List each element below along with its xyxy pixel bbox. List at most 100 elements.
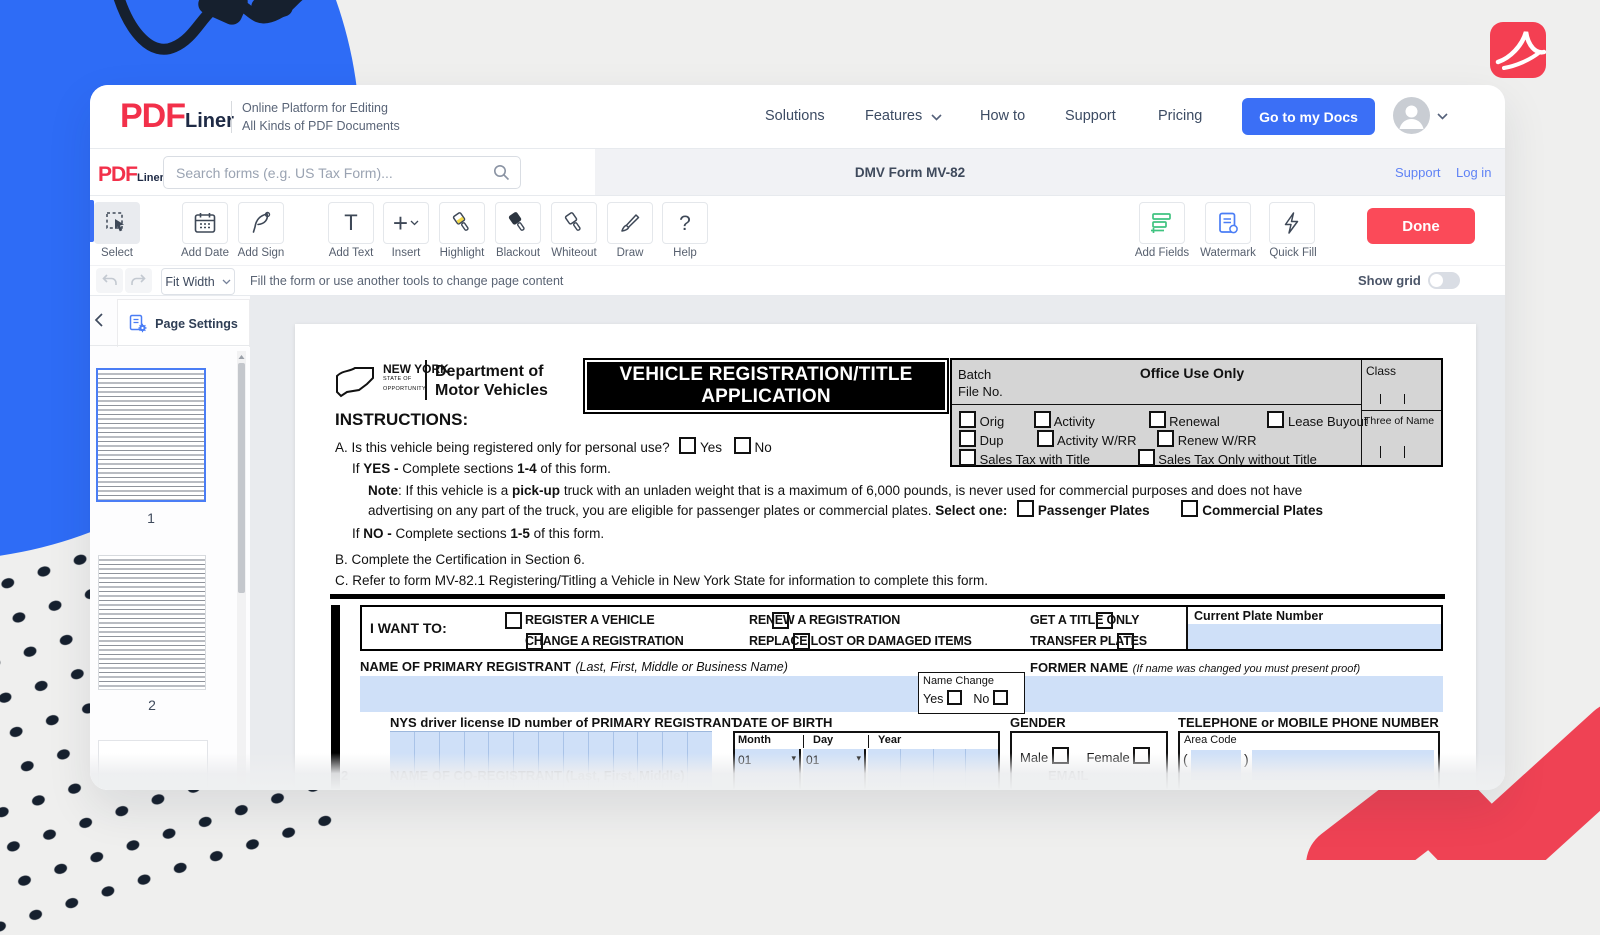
- activity-checkbox[interactable]: [1034, 411, 1051, 428]
- dup-label: Dup: [980, 433, 1004, 448]
- name-change-options: Yes No: [923, 690, 1024, 706]
- renew-wrr-checkbox[interactable]: [1157, 430, 1174, 447]
- done-button[interactable]: Done: [1367, 208, 1475, 244]
- add-fields-label: Add Fields: [1130, 247, 1194, 259]
- quick-fill-button[interactable]: [1269, 202, 1315, 244]
- help-button[interactable]: ?: [662, 202, 708, 244]
- draw-label: Draw: [600, 247, 660, 259]
- blackout-button[interactable]: [495, 202, 541, 244]
- page-thumbnail-3[interactable]: [98, 740, 208, 790]
- draw-brush-icon: [617, 210, 643, 236]
- day-select[interactable]: 01 ▾: [803, 749, 866, 789]
- sales-tax-title-checkbox[interactable]: [959, 449, 976, 466]
- paren-open: (: [1183, 751, 1188, 767]
- add-text-button[interactable]: T: [328, 202, 374, 244]
- dup-checkbox[interactable]: [959, 430, 976, 447]
- question-mark-icon: ?: [679, 213, 691, 234]
- plus-icon: +: [393, 211, 408, 235]
- orig-checkbox[interactable]: [959, 411, 976, 428]
- passenger-plates-checkbox[interactable]: [1017, 500, 1034, 517]
- insert-button[interactable]: +: [383, 202, 429, 244]
- scroll-up-icon[interactable]: [237, 353, 246, 361]
- nav-solutions[interactable]: Solutions: [765, 108, 825, 124]
- pdfliner-mini-logo[interactable]: PDFLiner: [98, 163, 164, 187]
- if-no-3: Complete sections: [392, 526, 511, 541]
- transfer-plates-label: TRANSFER PLATES: [1030, 634, 1147, 648]
- search-icon[interactable]: [493, 164, 510, 181]
- login-link[interactable]: Log in: [1456, 165, 1491, 180]
- if-no-4: 1-5: [510, 526, 530, 541]
- dob-tick: [868, 735, 869, 748]
- commercial-plates-checkbox[interactable]: [1181, 500, 1198, 517]
- whiteout-button[interactable]: [551, 202, 597, 244]
- name-change-no-checkbox[interactable]: [993, 690, 1008, 705]
- add-sign-button[interactable]: [238, 202, 284, 244]
- lease-buyout-checkbox[interactable]: [1267, 411, 1284, 428]
- header-divider: [231, 101, 232, 133]
- sidebar-scrollbar[interactable]: [237, 351, 246, 790]
- logo-pdf-text: PDF: [120, 97, 185, 135]
- if-no-2: NO -: [363, 526, 392, 541]
- area-code-field[interactable]: [1191, 750, 1241, 780]
- undo-button[interactable]: [96, 268, 123, 293]
- year-label: Year: [878, 734, 901, 746]
- zoom-mode-dropdown[interactable]: Fit Width: [161, 268, 235, 295]
- avatar[interactable]: [1393, 97, 1430, 134]
- page-thumbnail-2[interactable]: [98, 555, 206, 690]
- editor-hint: Fill the form or use another tools to ch…: [250, 274, 563, 288]
- change-registration-label: CHANGE A REGISTRATION: [525, 634, 684, 648]
- nav-how-to[interactable]: How to: [980, 108, 1025, 124]
- chevron-down-icon[interactable]: [1437, 113, 1448, 120]
- male-checkbox[interactable]: [1052, 747, 1069, 764]
- collapse-sidebar-icon[interactable]: [94, 313, 103, 327]
- add-fields-button[interactable]: [1139, 202, 1185, 244]
- watermark-button[interactable]: [1205, 202, 1251, 244]
- add-fields-icon: [1149, 210, 1175, 236]
- nav-features[interactable]: Features: [865, 108, 922, 124]
- page-thumbnail-1[interactable]: [96, 368, 206, 502]
- page-settings-tab[interactable]: Page Settings: [117, 299, 250, 347]
- yes-label: Yes: [700, 440, 722, 455]
- passenger-plates-label: Passenger Plates: [1038, 503, 1150, 518]
- scrollbar-thumb[interactable]: [238, 363, 245, 593]
- pdfliner-logo[interactable]: PDFLiner: [120, 97, 234, 136]
- add-date-button[interactable]: [182, 202, 228, 244]
- name-change-yes-checkbox[interactable]: [947, 690, 962, 705]
- register-vehicle-checkbox[interactable]: [505, 612, 522, 629]
- signature-pen-icon: [248, 210, 274, 236]
- show-grid-toggle[interactable]: [1428, 272, 1460, 289]
- female-checkbox[interactable]: [1133, 747, 1150, 764]
- phone-label: TELEPHONE or MOBILE PHONE NUMBER: [1178, 715, 1439, 730]
- select-tool-button[interactable]: [94, 202, 140, 244]
- primary-registrant-field[interactable]: [360, 676, 1443, 712]
- phone-number-field[interactable]: [1252, 750, 1434, 780]
- personal-use-yes-checkbox[interactable]: [679, 437, 696, 454]
- draw-button[interactable]: [607, 202, 653, 244]
- nav-pricing[interactable]: Pricing: [1158, 108, 1202, 124]
- tick: [1404, 394, 1405, 404]
- office-use-box: Office Use Only Batch File No. Orig Acti…: [950, 358, 1443, 467]
- renewal-checkbox[interactable]: [1149, 411, 1166, 428]
- brand-tagline: Online Platform for Editing All Kinds of…: [242, 99, 400, 135]
- nav-support[interactable]: Support: [1065, 108, 1116, 124]
- go-to-my-docs-button[interactable]: Go to my Docs: [1242, 98, 1375, 135]
- sales-tax-only-checkbox[interactable]: [1138, 449, 1155, 466]
- personal-use-no-checkbox[interactable]: [734, 437, 751, 454]
- current-plate-field[interactable]: [1188, 624, 1441, 649]
- current-plate-label: Current Plate Number: [1194, 609, 1323, 623]
- highlight-button[interactable]: [439, 202, 485, 244]
- activity-wrr-checkbox[interactable]: [1037, 430, 1054, 447]
- month-select[interactable]: 01 ▾: [735, 749, 801, 789]
- chevron-down-icon: ▾: [856, 753, 861, 764]
- blackout-brush-icon: [505, 210, 531, 236]
- female-label: Female: [1086, 750, 1129, 765]
- area-code-label: Area Code: [1184, 734, 1438, 746]
- support-link[interactable]: Support: [1395, 165, 1441, 180]
- redo-button[interactable]: [125, 268, 152, 293]
- calendar-icon: [192, 210, 218, 236]
- dmv-name-line1: Department of: [435, 362, 548, 381]
- search-input[interactable]: [163, 156, 521, 189]
- office-use-title: Office Use Only: [1102, 365, 1282, 381]
- instructions-title: INSTRUCTIONS:: [335, 410, 468, 430]
- year-field[interactable]: [868, 749, 998, 789]
